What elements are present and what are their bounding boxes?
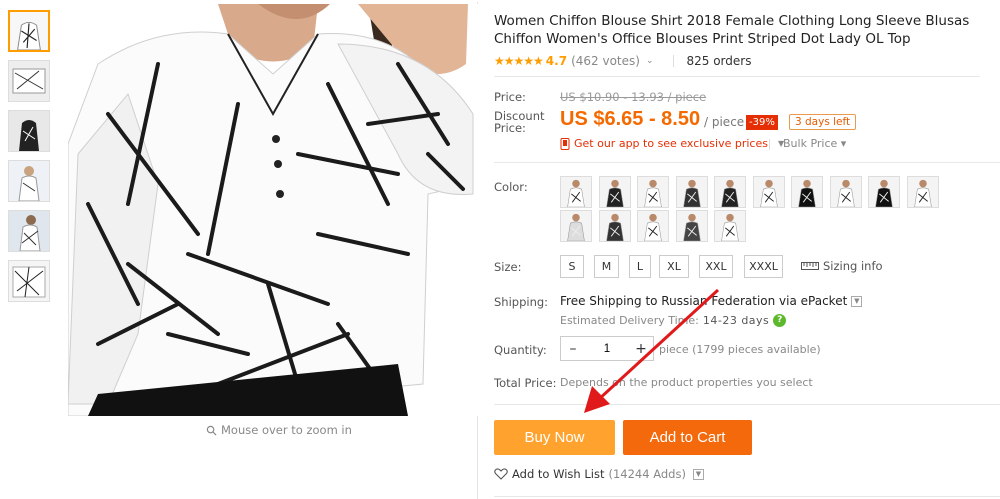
color-swatch[interactable]	[598, 176, 631, 208]
thumbnail[interactable]	[8, 110, 50, 152]
chevron-down-icon[interactable]: ▼	[851, 295, 863, 307]
delivery-days: 14-23 days	[702, 314, 770, 327]
divider	[494, 162, 1000, 163]
ruler-icon	[801, 262, 819, 270]
product-main-image[interactable]	[68, 4, 478, 416]
rating-row: ★★★★★ 4.7 (462 votes) ⌄ 825 orders	[494, 54, 751, 68]
color-swatch[interactable]	[868, 176, 900, 208]
zoom-hint: Mouse over to zoom in	[206, 423, 352, 437]
price-label: Price:	[494, 90, 526, 104]
color-swatch[interactable]	[714, 176, 746, 208]
help-icon[interactable]: ?	[773, 314, 787, 327]
color-swatch[interactable]	[675, 176, 708, 208]
wishlist-text: Add to Wish List	[512, 467, 605, 481]
delivery-estimate: Estimated Delivery Time: 14-23 days ?	[560, 314, 787, 327]
color-swatch[interactable]	[637, 210, 669, 242]
quantity-input[interactable]	[585, 342, 629, 355]
quantity-stepper: – +	[560, 336, 654, 361]
color-swatch[interactable]	[829, 176, 862, 208]
thumbnail[interactable]	[8, 160, 50, 202]
app-promo-text: Get our app to see exclusive prices	[574, 137, 768, 150]
votes-count[interactable]: (462 votes)	[571, 54, 640, 68]
sizing-info-link[interactable]: Sizing info	[801, 259, 883, 273]
zoom-hint-text: Mouse over to zoom in	[221, 423, 352, 437]
size-option[interactable]: XXL	[699, 255, 733, 278]
thumbnail[interactable]	[8, 60, 50, 102]
shipping-method[interactable]: Free Shipping to Russian Federation via …	[560, 294, 863, 308]
add-to-cart-button[interactable]: Add to Cart	[623, 420, 752, 455]
magnifier-icon	[206, 425, 217, 436]
size-option[interactable]: L	[629, 255, 651, 278]
discount-badge: -39%	[746, 115, 778, 130]
quantity-label: Quantity:	[494, 343, 547, 357]
color-swatch[interactable]	[598, 210, 631, 242]
add-to-wishlist-link[interactable]: Add to Wish List (14244 Adds) ▼	[494, 467, 704, 481]
size-option[interactable]: XL	[659, 255, 689, 278]
divider	[494, 76, 980, 77]
color-swatch[interactable]	[675, 210, 708, 242]
shipping-text: Free Shipping to Russian Federation via …	[560, 294, 848, 308]
divider	[769, 139, 770, 150]
size-label: Size:	[494, 260, 522, 274]
product-title: Women Chiffon Blouse Shirt 2018 Female C…	[494, 13, 970, 47]
color-swatch[interactable]	[560, 176, 592, 208]
quantity-availability: piece (1799 pieces available)	[659, 343, 821, 356]
orders-count: 825 orders	[686, 54, 752, 68]
decrement-button[interactable]: –	[561, 341, 585, 357]
app-promo-link[interactable]: Get our app to see exclusive prices ▼	[560, 137, 784, 150]
discount-price-label-line2: Price:	[494, 121, 526, 135]
delivery-prefix: Estimated Delivery Time:	[560, 314, 699, 327]
thumbnail[interactable]	[8, 260, 50, 302]
star-rating-icon: ★★★★★	[494, 54, 544, 68]
thumbnail-strip	[8, 10, 50, 310]
phone-icon	[560, 137, 570, 150]
divider	[494, 404, 1000, 405]
buy-now-button[interactable]: Buy Now	[494, 420, 615, 455]
sizing-info-text: Sizing info	[823, 259, 883, 273]
days-left-badge: 3 days left	[789, 114, 857, 130]
price-unit: / piece	[704, 115, 745, 129]
color-swatch[interactable]	[714, 210, 746, 242]
color-swatch[interactable]	[752, 176, 785, 208]
shipping-label: Shipping:	[494, 295, 549, 309]
chevron-down-icon[interactable]: ▼	[692, 468, 704, 480]
chevron-down-icon[interactable]: ⌄	[646, 56, 654, 66]
bulk-price-dropdown[interactable]: Bulk Price ▾	[783, 137, 846, 150]
color-swatch[interactable]	[560, 210, 592, 242]
color-swatch[interactable]	[906, 176, 939, 208]
thumbnail[interactable]	[8, 210, 50, 252]
discount-price: US $6.65 - 8.50	[560, 108, 701, 130]
divider	[494, 496, 1000, 497]
rating-value[interactable]: 4.7	[546, 54, 567, 68]
color-swatch[interactable]	[791, 176, 823, 208]
heart-icon	[494, 468, 508, 480]
size-option[interactable]: M	[594, 255, 619, 278]
thumbnail[interactable]	[8, 10, 50, 52]
size-option[interactable]: S	[560, 255, 584, 278]
total-price-label: Total Price:	[494, 376, 557, 390]
increment-button[interactable]: +	[629, 341, 653, 357]
color-label: Color:	[494, 180, 528, 194]
size-option[interactable]: XXXL	[744, 255, 783, 278]
original-price: US $10.90 - 13.93 / piece	[560, 90, 707, 104]
total-price-text: Depends on the product properties you se…	[560, 376, 813, 389]
divider	[673, 55, 675, 67]
color-swatch[interactable]	[637, 176, 669, 208]
wishlist-adds-count: (14244 Adds)	[608, 467, 686, 481]
